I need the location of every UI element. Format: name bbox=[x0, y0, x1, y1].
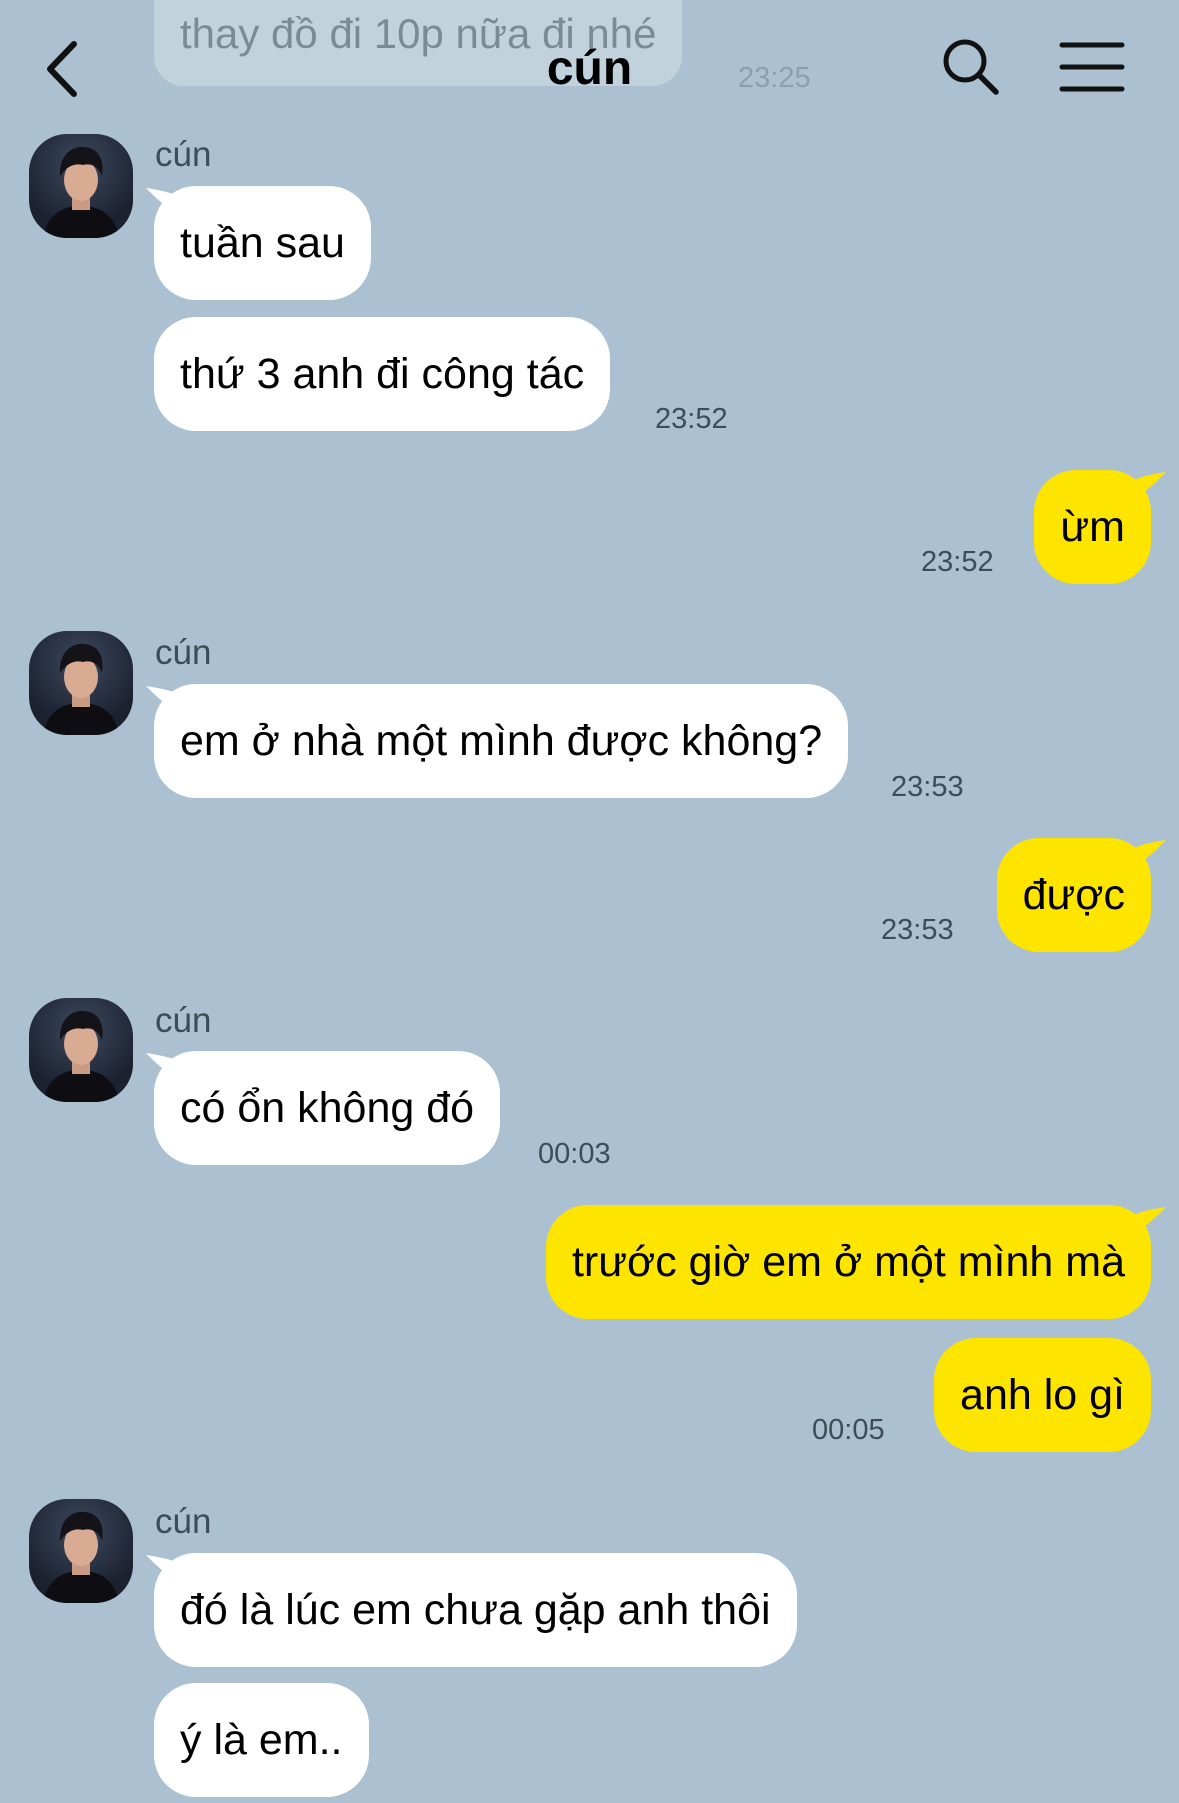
avatar[interactable] bbox=[29, 134, 133, 238]
sender-name: cún bbox=[155, 633, 212, 672]
message-time: 23:52 bbox=[921, 546, 994, 578]
avatar[interactable] bbox=[29, 631, 133, 735]
avatar[interactable] bbox=[29, 1499, 133, 1603]
sender-name: cún bbox=[155, 1001, 212, 1040]
menu-button[interactable] bbox=[1058, 40, 1126, 94]
message-bubble[interactable]: có ổn không đó bbox=[154, 1051, 501, 1165]
message-time: 00:05 bbox=[812, 1414, 885, 1446]
message-bubble[interactable]: em ở nhà một mình được không? bbox=[154, 684, 849, 798]
message-bubble[interactable]: được bbox=[996, 838, 1151, 952]
sender-name: cún bbox=[155, 1502, 212, 1541]
search-icon bbox=[943, 39, 999, 95]
message-bubble[interactable]: trước giờ em ở một mình mà bbox=[545, 1205, 1151, 1319]
person-icon bbox=[43, 146, 119, 238]
message-bubble[interactable]: ý là em.. bbox=[154, 1683, 369, 1797]
person-icon bbox=[43, 1010, 119, 1102]
message-bubble[interactable]: đó là lúc em chưa gặp anh thôi bbox=[154, 1553, 797, 1667]
search-button[interactable] bbox=[942, 38, 1000, 96]
message-bubble[interactable]: thứ 3 anh đi công tác bbox=[154, 317, 611, 431]
person-icon bbox=[43, 643, 119, 735]
chat-header: cún bbox=[0, 0, 1179, 136]
message-time: 23:53 bbox=[891, 771, 964, 803]
message-bubble[interactable]: tuần sau bbox=[154, 186, 371, 300]
person-icon bbox=[43, 1511, 119, 1603]
hamburger-menu-icon bbox=[1059, 42, 1125, 92]
message-time: 23:52 bbox=[655, 403, 728, 435]
message-bubble[interactable]: ừm bbox=[1034, 470, 1151, 584]
message-time: 23:53 bbox=[881, 914, 954, 946]
message-time: 00:03 bbox=[538, 1138, 611, 1170]
chat-title: cún bbox=[546, 42, 633, 95]
sender-name: cún bbox=[155, 135, 212, 174]
avatar[interactable] bbox=[29, 998, 133, 1102]
message-bubble[interactable]: anh lo gì bbox=[934, 1338, 1151, 1452]
